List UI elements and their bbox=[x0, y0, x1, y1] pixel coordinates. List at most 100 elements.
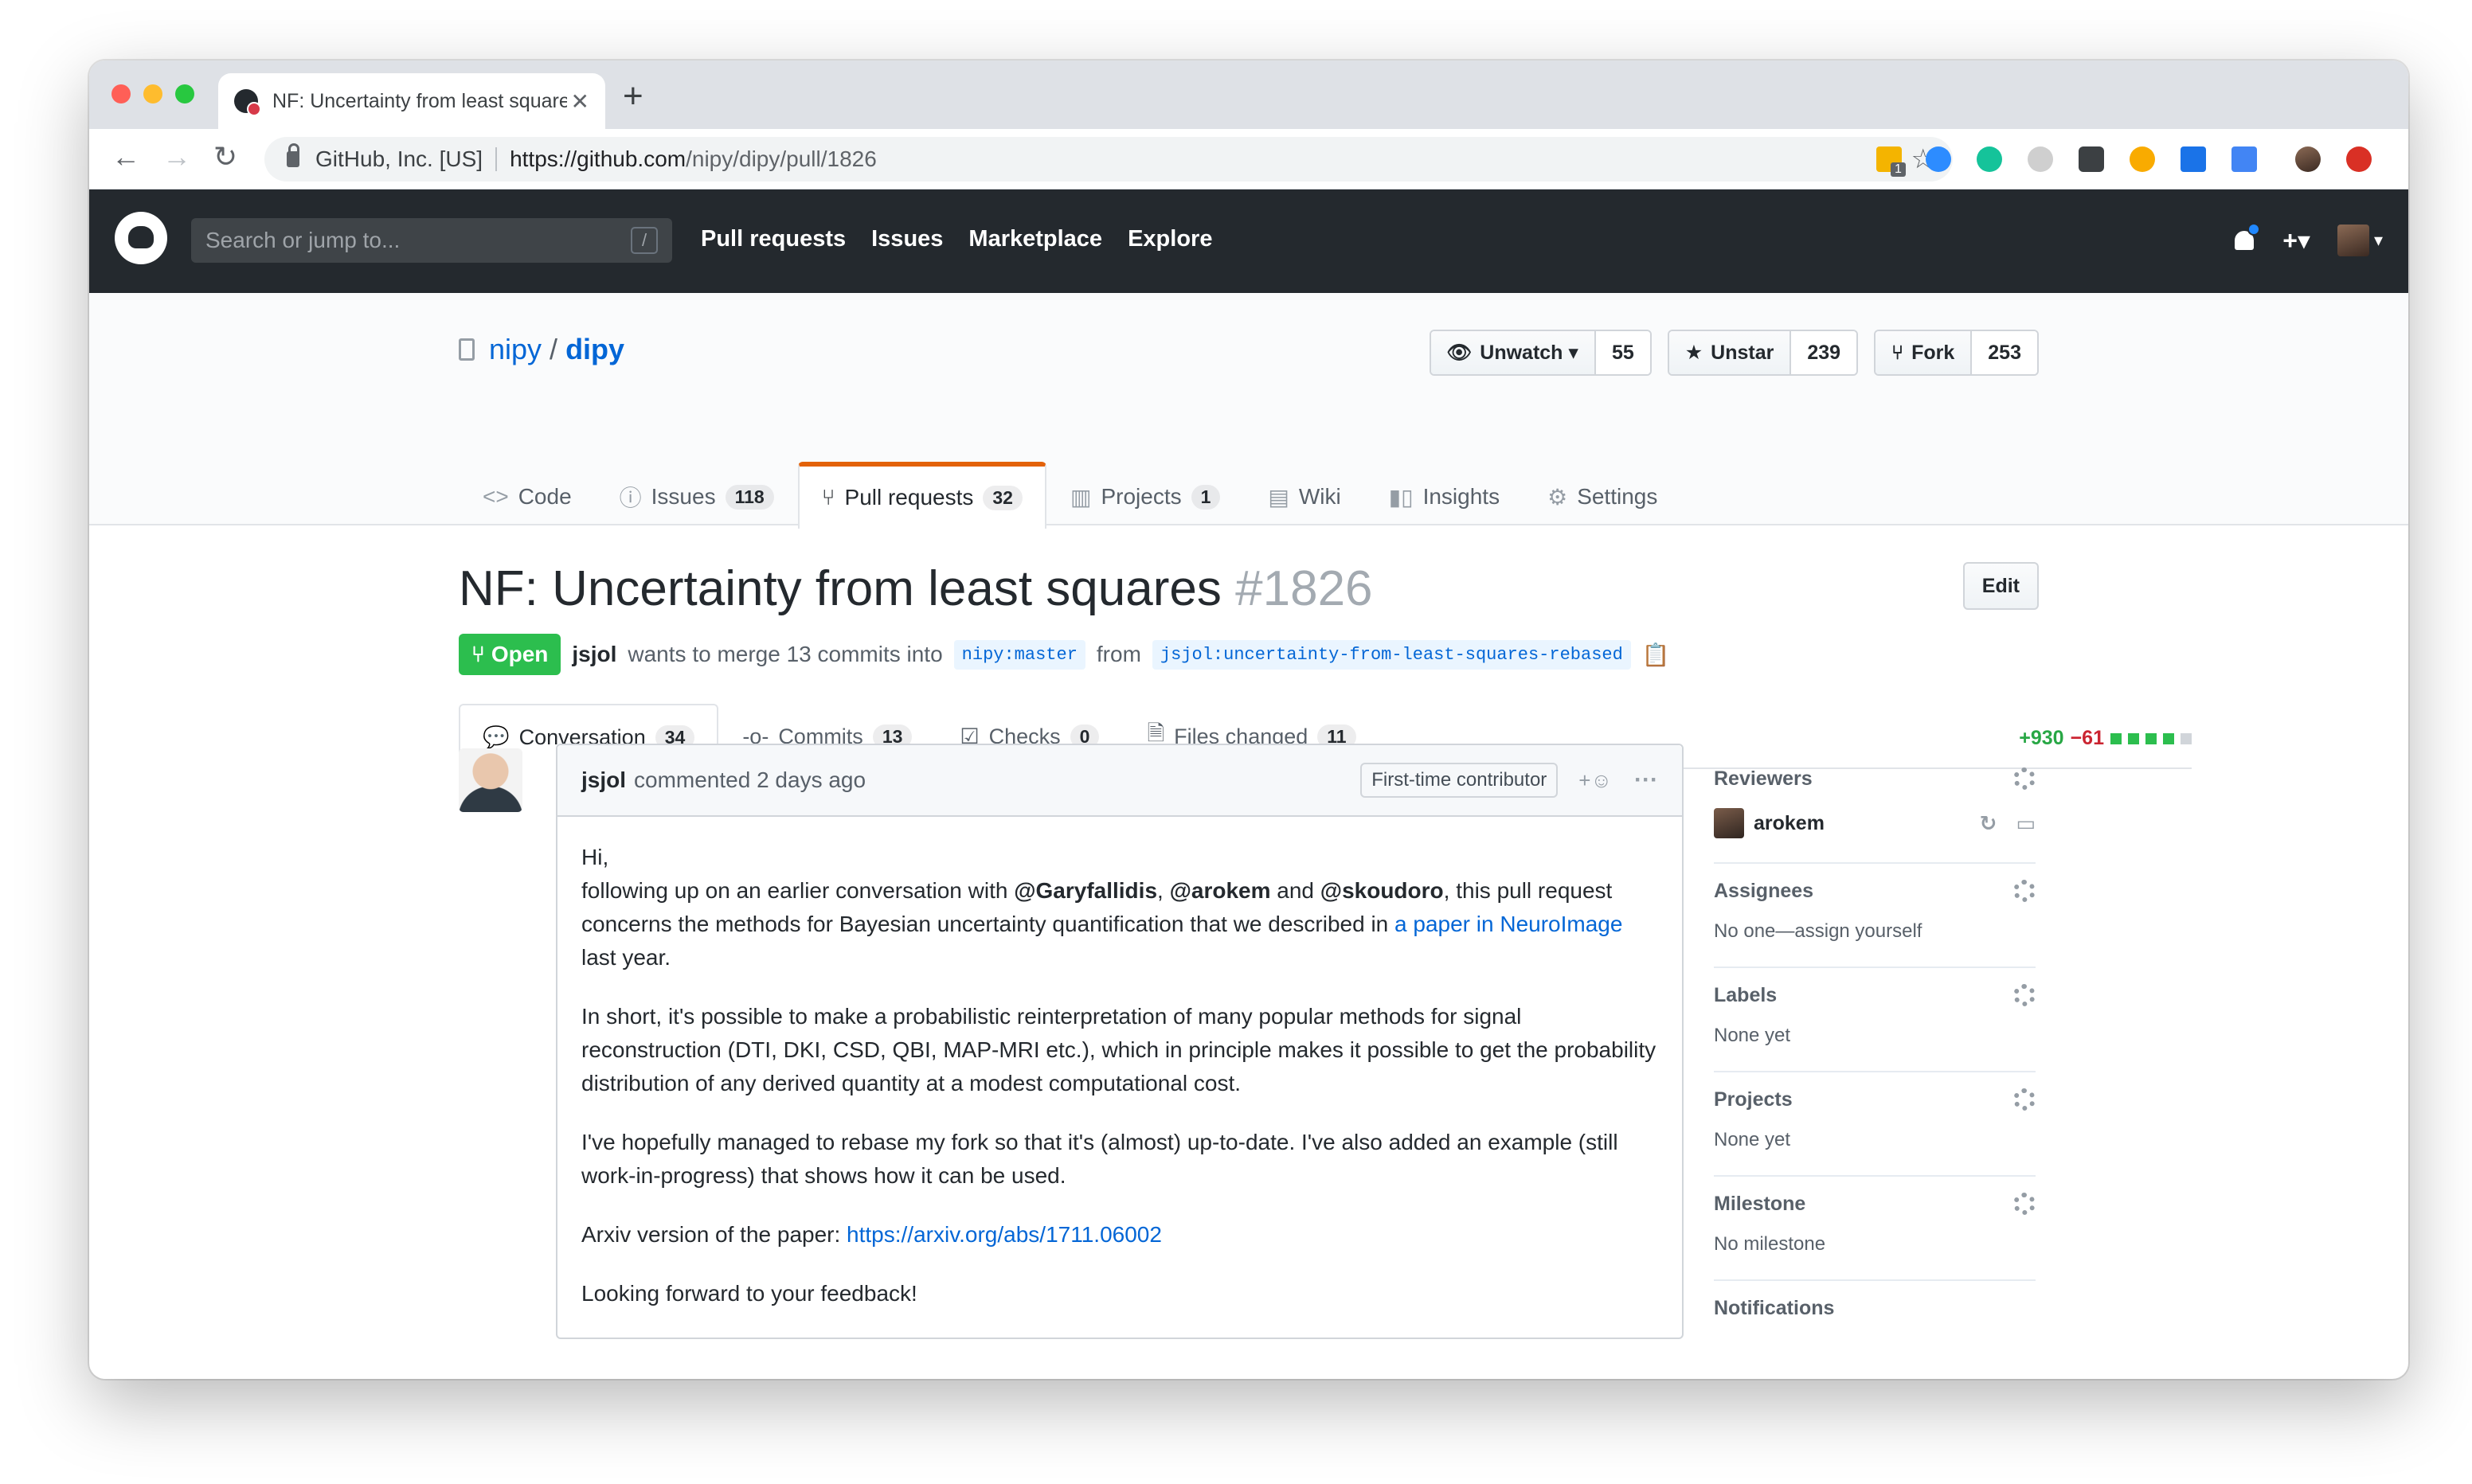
pr-author-link[interactable]: jsjol bbox=[572, 642, 616, 667]
extension-zoom-icon[interactable] bbox=[1926, 146, 1951, 172]
nav-marketplace[interactable]: Marketplace bbox=[968, 226, 1102, 252]
tab-label: Projects bbox=[1101, 484, 1182, 509]
tab-pull-requests[interactable]: ⑂ Pull requests 32 bbox=[797, 462, 1046, 529]
forward-arrow-icon[interactable]: → bbox=[162, 140, 191, 174]
github-logo-icon[interactable] bbox=[115, 212, 167, 264]
extension-cap-icon[interactable] bbox=[2181, 146, 2206, 172]
labels-section: Labels None yet bbox=[1714, 968, 2036, 1072]
reviewers-gear-icon[interactable] bbox=[2013, 767, 2036, 790]
add-reaction-icon[interactable]: +☺ bbox=[1578, 768, 1612, 793]
projects-section: Projects None yet bbox=[1714, 1072, 2036, 1177]
watchers-count[interactable]: 55 bbox=[1595, 331, 1650, 374]
comment-author-link[interactable]: jsjol bbox=[581, 767, 626, 793]
more-options-icon[interactable]: ··· bbox=[1634, 767, 1658, 794]
forks-count[interactable]: 253 bbox=[1972, 331, 2037, 374]
search-shortcut-key: / bbox=[631, 227, 658, 254]
tab-issues[interactable]: ⓘ Issues 118 bbox=[596, 462, 798, 527]
author-avatar[interactable] bbox=[459, 748, 522, 812]
extension-grammarly-icon[interactable] bbox=[1977, 146, 2002, 172]
nav-explore[interactable]: Explore bbox=[1128, 226, 1212, 252]
comment-paragraph: Looking forward to your feedback! bbox=[581, 1281, 917, 1306]
arxiv-link[interactable]: https://arxiv.org/abs/1711.06002 bbox=[847, 1222, 1162, 1247]
close-tab-icon[interactable]: ✕ bbox=[571, 88, 589, 115]
pr-meta: ⑂ Open jsjol wants to merge 13 commits in… bbox=[459, 634, 1670, 675]
back-arrow-icon[interactable]: ← bbox=[111, 140, 140, 174]
comment-text: following up on an earlier conversation … bbox=[581, 878, 1015, 903]
nav-issues[interactable]: Issues bbox=[871, 226, 943, 252]
tab-wiki[interactable]: ▤ Wiki bbox=[1244, 462, 1364, 527]
labels-gear-icon[interactable] bbox=[2013, 984, 2036, 1006]
site-identity: GitHub, Inc. [US] bbox=[315, 146, 483, 171]
close-window-button[interactable] bbox=[111, 84, 131, 103]
repo-icon bbox=[459, 338, 475, 361]
update-icon[interactable] bbox=[2346, 146, 2372, 172]
assignees-gear-icon[interactable] bbox=[2013, 880, 2036, 902]
tab-settings[interactable]: ⚙ Settings bbox=[1523, 462, 1681, 527]
project-icon: ▥ bbox=[1070, 484, 1092, 510]
comment-box: jsjol commented 2 days ago First-time co… bbox=[556, 744, 1684, 1339]
new-tab-button[interactable]: + bbox=[623, 76, 643, 116]
unwatch-button[interactable]: 👁 Unwatch ▾ bbox=[1430, 331, 1596, 374]
labels-heading: Labels bbox=[1714, 984, 1778, 1006]
pr-title: NF: Uncertainty from least squares #1826 bbox=[459, 560, 1373, 617]
extension-shield-icon[interactable] bbox=[2079, 146, 2104, 172]
mention-skoudoro[interactable]: @skoudoro bbox=[1320, 878, 1444, 903]
stargazers-count[interactable]: 239 bbox=[1791, 331, 1857, 374]
head-branch[interactable]: jsjol:uncertainty-from-least-squares-reb… bbox=[1152, 639, 1631, 670]
graph-icon: ▮▯ bbox=[1388, 484, 1414, 510]
comment-icon[interactable]: ▭ bbox=[2016, 811, 2036, 836]
create-new-button[interactable]: +▾ bbox=[2282, 225, 2310, 256]
repo-name-link[interactable]: dipy bbox=[565, 333, 624, 366]
base-branch[interactable]: nipy:master bbox=[953, 639, 1085, 670]
zoom-window-button[interactable] bbox=[175, 84, 194, 103]
assignees-section: Assignees No one—assign yourself bbox=[1714, 864, 2036, 968]
notifications-heading: Notifications bbox=[1714, 1297, 1835, 1319]
reviewer-avatar[interactable] bbox=[1714, 808, 1744, 838]
reload-icon[interactable]: ↻ bbox=[213, 140, 237, 174]
github-favicon-icon bbox=[234, 89, 261, 116]
comment-icon: 💬 bbox=[483, 725, 510, 749]
profile-avatar[interactable] bbox=[2295, 146, 2321, 172]
extension-link-icon[interactable] bbox=[2130, 146, 2155, 172]
search-input[interactable]: Search or jump to... / bbox=[191, 218, 672, 263]
minimize-window-button[interactable] bbox=[143, 84, 162, 103]
extension-arrow-icon[interactable] bbox=[2231, 146, 2257, 172]
reviewer-name[interactable]: arokem bbox=[1754, 812, 1825, 835]
reviewers-heading: Reviewers bbox=[1714, 767, 1813, 790]
tab-label: Wiki bbox=[1298, 484, 1341, 509]
notifications-bell-icon[interactable] bbox=[2233, 223, 2261, 253]
re-request-review-icon[interactable]: ↻ bbox=[1980, 811, 1997, 836]
unstar-button[interactable]: ★ Unstar bbox=[1668, 331, 1792, 374]
address-bar[interactable]: GitHub, Inc. [US] https://github.com /ni… bbox=[264, 137, 1953, 182]
projects-gear-icon[interactable] bbox=[2013, 1088, 2036, 1111]
comment-timestamp[interactable]: commented 2 days ago bbox=[634, 767, 866, 793]
search-placeholder: Search or jump to... bbox=[205, 228, 401, 252]
assignees-heading: Assignees bbox=[1714, 880, 1814, 902]
repo-actions: 👁 Unwatch ▾ 55 ★ Unstar 239 ⑂ Fork 253 bbox=[1429, 330, 2039, 376]
milestone-gear-icon[interactable] bbox=[2013, 1193, 2036, 1215]
mention-arokem[interactable]: @arokem bbox=[1170, 878, 1271, 903]
edit-title-button[interactable]: Edit bbox=[1962, 562, 2039, 610]
nav-pull-requests[interactable]: Pull requests bbox=[701, 226, 846, 252]
assignees-value[interactable]: No one—assign yourself bbox=[1714, 920, 2036, 943]
code-icon: <> bbox=[483, 484, 509, 509]
tab-projects[interactable]: ▥ Projects 1 bbox=[1046, 462, 1244, 527]
browser-tab[interactable]: NF: Uncertainty from least squares ✕ bbox=[218, 73, 605, 129]
browser-window: NF: Uncertainty from least squares ✕ + ←… bbox=[89, 61, 2408, 1379]
tab-code[interactable]: <> Code bbox=[459, 462, 596, 527]
tab-insights[interactable]: ▮▯ Insights bbox=[1365, 462, 1523, 527]
url-path: /nipy/dipy/pull/1826 bbox=[686, 146, 877, 171]
clipboard-icon[interactable]: 📋 bbox=[1642, 642, 1670, 668]
comment-header: jsjol commented 2 days ago First-time co… bbox=[557, 745, 1682, 817]
paper-link[interactable]: a paper in NeuroImage bbox=[1394, 912, 1622, 936]
extension-circle-icon[interactable] bbox=[2028, 146, 2053, 172]
fork-button[interactable]: ⑂ Fork bbox=[1876, 331, 1973, 374]
milestone-heading: Milestone bbox=[1714, 1193, 1806, 1215]
repo-owner-link[interactable]: nipy bbox=[489, 333, 542, 366]
pr-from-text: from bbox=[1096, 642, 1141, 666]
mention-garyfallidis[interactable]: @Garyfallidis bbox=[1014, 878, 1157, 903]
book-icon: ▤ bbox=[1268, 484, 1289, 510]
pr-state-label: Open bbox=[491, 642, 549, 666]
pr-sidebar: Reviewers arokem ↻ ▭ Assignees No one—ass… bbox=[1714, 752, 2036, 1361]
user-menu[interactable]: ▾ bbox=[2337, 225, 2383, 256]
